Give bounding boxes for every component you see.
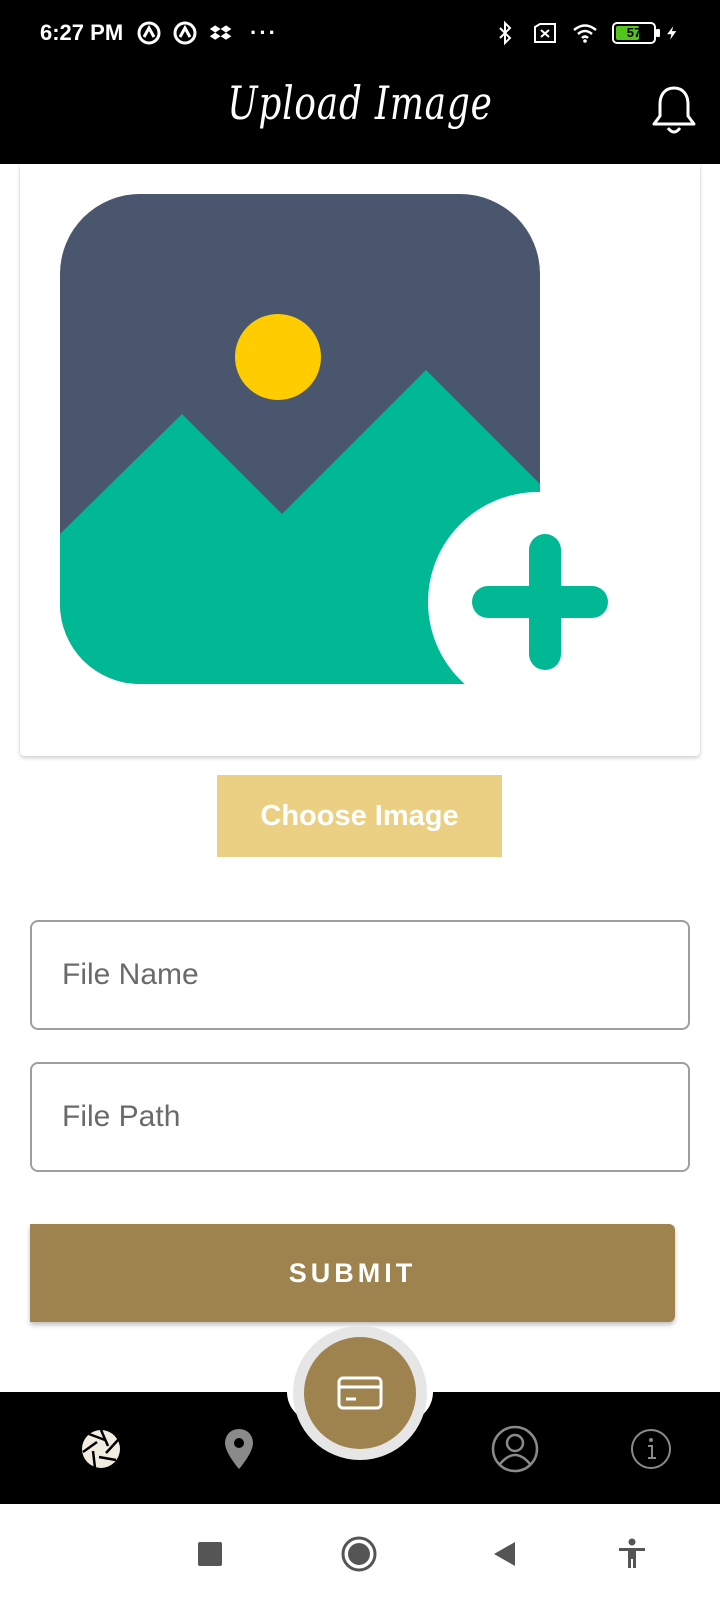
submit-button[interactable]: SUBMIT <box>30 1224 675 1322</box>
file-path-field[interactable] <box>30 1062 690 1172</box>
file-name-input[interactable] <box>32 922 688 1028</box>
recents-icon <box>198 1542 222 1566</box>
nav-item-info[interactable] <box>624 1422 678 1476</box>
status-system-icons: 57 <box>492 20 680 46</box>
home-button[interactable] <box>337 1532 381 1576</box>
back-icon <box>494 1542 515 1566</box>
accessibility-button[interactable] <box>610 1532 654 1576</box>
battery-level: 57 <box>626 25 642 40</box>
status-bar: 6:27 PM ··· 57 <box>0 0 720 68</box>
recents-button[interactable] <box>188 1532 232 1576</box>
home-icon <box>341 1536 377 1572</box>
dropbox-icon <box>209 25 232 40</box>
wifi-icon <box>573 24 597 43</box>
nav-item-camera[interactable] <box>74 1422 128 1476</box>
more-dots-icon: ··· <box>250 20 278 45</box>
vpn-icon <box>173 21 197 45</box>
sim-icon <box>534 23 556 43</box>
battery-icon: 57 <box>612 22 660 44</box>
location-pin-icon <box>225 1429 253 1469</box>
system-navigation-bar <box>0 1504 720 1600</box>
app-header: Upload Image <box>0 68 720 164</box>
card-fab-button[interactable] <box>304 1337 416 1449</box>
bluetooth-icon <box>499 20 512 46</box>
status-time: 6:27 PM <box>40 20 124 45</box>
choose-image-button[interactable]: Choose Image <box>217 775 502 857</box>
charging-icon <box>667 26 677 40</box>
camera-shutter-icon <box>82 1429 120 1469</box>
bell-icon[interactable] <box>650 82 698 140</box>
file-path-input[interactable] <box>32 1064 688 1170</box>
nav-item-profile[interactable] <box>488 1422 542 1476</box>
add-image-icon <box>60 194 620 694</box>
page-title: Upload Image <box>227 76 493 130</box>
vpn-icon <box>137 21 161 45</box>
card-icon <box>337 1376 383 1410</box>
back-button[interactable] <box>482 1532 526 1576</box>
profile-icon <box>491 1425 539 1473</box>
info-icon <box>631 1429 671 1469</box>
accessibility-icon <box>619 1538 645 1568</box>
status-notification-icons: ··· <box>136 20 278 46</box>
file-name-field[interactable] <box>30 920 690 1030</box>
nav-item-location[interactable] <box>212 1422 266 1476</box>
image-preview-card[interactable] <box>20 164 700 756</box>
